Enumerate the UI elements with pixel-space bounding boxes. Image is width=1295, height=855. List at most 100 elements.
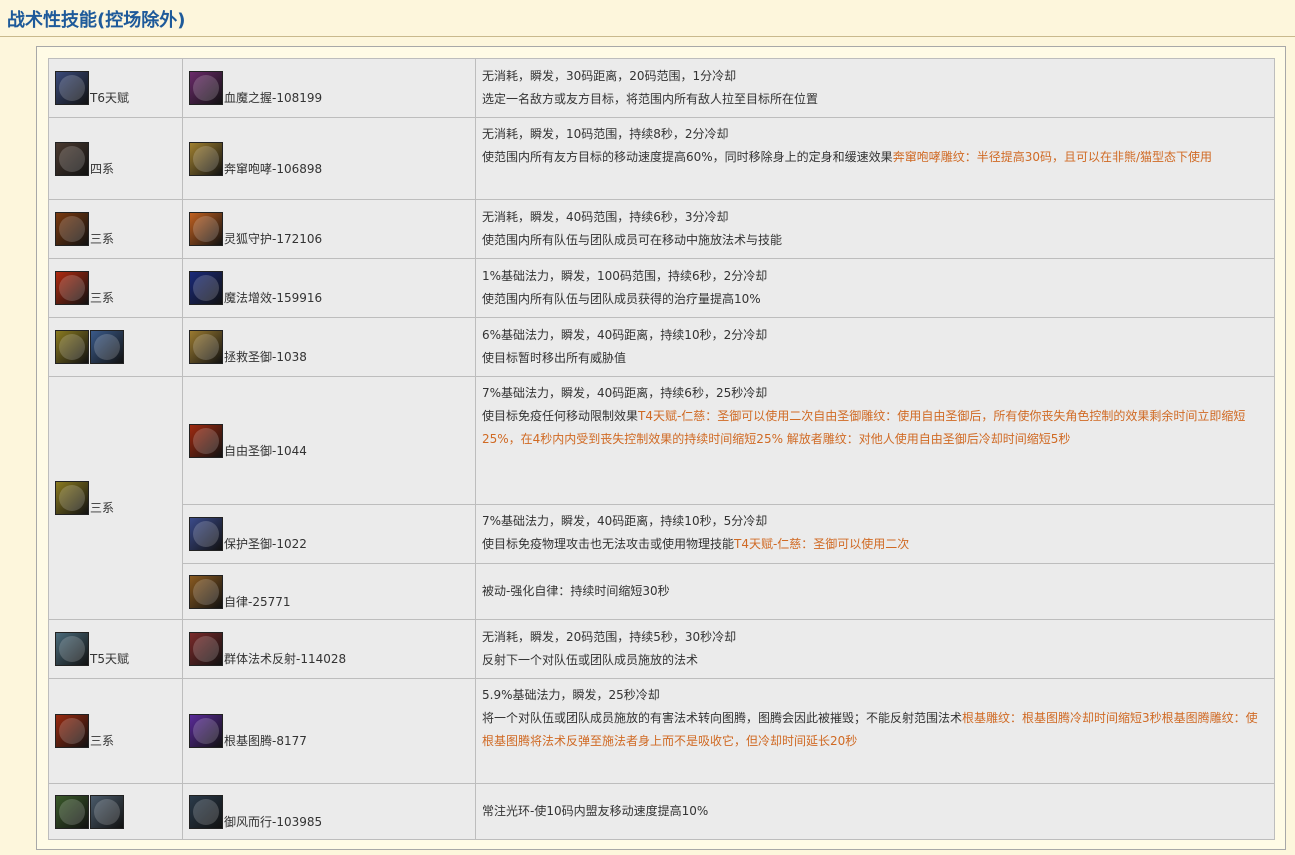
spec-label: 三系 (90, 291, 115, 305)
roar-icon (189, 141, 223, 176)
skill-description: 5.9%基础法力，瞬发，25秒冷却 将一个对队伍或团队成员施放的有害法术转向图腾，… (475, 678, 1275, 784)
description-text: 7%基础法力，瞬发，40码距离，持续6秒，25秒冷却 (482, 386, 768, 400)
freedom-icon (189, 423, 223, 458)
description-text: 无消耗，瞬发，10码范围，持续8秒，2分冷却 (482, 127, 729, 141)
spec-label: 三系 (90, 501, 115, 515)
description-text: 常注光环-使10码内盟友移动速度提高10% (482, 804, 709, 818)
skill-cell: 奔窜咆哮-106898 (182, 117, 476, 200)
skills-table: T6天赋 血魔之握-108199 无消耗，瞬发，30码距离，20码范围，1分冷却 选定… (48, 58, 1275, 840)
spec-label: 四系 (90, 161, 115, 176)
spec-cell: T5天赋 (48, 619, 183, 679)
description-text: 1%基础法力，瞬发，100码范围，持续6秒，2分冷却 (482, 269, 768, 283)
spec-cell: 三系 (48, 376, 183, 620)
spec-label: 三系 (90, 232, 115, 246)
skill-description: 1%基础法力，瞬发，100码范围，持续6秒，2分冷却 使范围内所有队伍与团队成员获… (475, 258, 1275, 318)
spec-cell (48, 317, 183, 377)
forbearance-icon (189, 574, 223, 609)
fox-icon (189, 212, 223, 246)
skill-name: 自由圣御-1044 (224, 443, 307, 458)
description-text: 使目标免疫物理攻击也无法攻击或使用物理技能 (482, 537, 735, 551)
skill-cell: 魔法增效-159916 (182, 258, 476, 318)
skill-description: 常注光环-使10码内盟友移动速度提高10% (475, 783, 1275, 840)
wolf-icon (90, 794, 124, 829)
holy-hammer-icon (55, 330, 89, 364)
spec-cell: 三系 (48, 678, 183, 784)
description-text: 使范围内所有友方目标的移动速度提高60%，同时移除身上的定身和缓速效果 (482, 150, 893, 164)
description-line: 6%基础法力，瞬发，40码距离，持续10秒，2分冷却 (482, 324, 1268, 347)
glyph-note: 奔窜咆哮雕纹：半径提高30码，且可以在非熊/猫型态下使用 (892, 150, 1213, 164)
skill-cell: 自律-25771 (182, 563, 476, 620)
skill-name: 灵狐守护-172106 (224, 232, 323, 246)
description-line: 无消耗，瞬发，10码范围，持续8秒，2分冷却 (482, 123, 1268, 146)
skill-description: 无消耗，瞬发，30码距离，20码范围，1分冷却选定一名敌方或友方目标，将范围内所… (475, 58, 1275, 118)
skill-name: 自律-25771 (224, 594, 291, 609)
table-row: 三系 根基图腾-8177 5.9%基础法力，瞬发，25秒冷却 将一个对队伍或团队成员施… (48, 678, 1275, 784)
spec-cell: T6天赋 (48, 58, 183, 118)
description-line: 无消耗，瞬发，30码距离，20码范围，1分冷却 (482, 65, 1268, 88)
table-row: 御风而行-103985 常注光环-使10码内盟友移动速度提高10% (48, 783, 1275, 840)
table-row: 三系 自由圣御-1044 7%基础法力，瞬发，40码距离，持续6秒，25秒冷却 使目标… (48, 376, 1275, 620)
description-text: 使范围内所有队伍与团队成员获得的治疗量提高10% (482, 292, 761, 306)
glyph-note: T4天赋-仁慈：圣御可以使用二次 (734, 537, 910, 551)
spec-label: T6天赋 (90, 91, 129, 105)
description-line: 使目标免疫物理攻击也无法攻击或使用物理技能T4天赋-仁慈：圣御可以使用二次 (482, 533, 1268, 556)
description-line: 反射下一个对队伍或团队成员施放的法术 (482, 649, 1268, 672)
spec-cell: 四系 (48, 117, 183, 200)
skill-description: 无消耗，瞬发，10码范围，持续8秒，2分冷却使范围内所有友方目标的移动速度提高6… (475, 117, 1275, 200)
description-line: 1%基础法力，瞬发，100码范围，持续6秒，2分冷却 (482, 265, 1268, 288)
skill-name: 御风而行-103985 (224, 814, 323, 829)
description-line: 无消耗，瞬发，20码范围，持续5秒，30秒冷却 (482, 626, 1268, 649)
protection-icon (189, 517, 223, 551)
table-row: T6天赋 血魔之握-108199 无消耗，瞬发，30码距离，20码范围，1分冷却 选定… (48, 58, 1275, 118)
table-row: 自律-25771 被动-强化自律：持续时间缩短30秒 (49, 563, 1275, 620)
skill-cell: 保护圣御-1022 (182, 504, 476, 564)
salvation-icon (189, 330, 223, 364)
skill-name: 根基图腾-8177 (224, 734, 307, 748)
spider-icon (55, 141, 89, 176)
table-row: 拯救圣御-1038 6%基础法力，瞬发，40码距离，持续10秒，2分冷却 使目标暂时… (48, 317, 1275, 377)
skill-description: 6%基础法力，瞬发，40码距离，持续10秒，2分冷却使目标暂时移出所有威胁值 (475, 317, 1275, 377)
skill-name: 群体法术反射-114028 (224, 652, 347, 666)
spec-cell: 三系 (48, 258, 183, 318)
description-text: 无消耗，瞬发，30码距离，20码范围，1分冷却 (482, 69, 737, 83)
spec-cell (48, 783, 183, 840)
title-divider (0, 36, 1295, 37)
description-line: 无消耗，瞬发，40码范围，持续6秒，3分冷却 (482, 206, 1268, 229)
description-line: 将一个对队伍或团队成员施放的有害法术转向图腾，图腾会因此被摧毁；不能反射范围法术… (482, 707, 1268, 753)
skill-cell: 拯救圣御-1038 (182, 317, 476, 377)
description-line: 7%基础法力，瞬发，40码距离，持续10秒，5分冷却 (482, 510, 1268, 533)
skill-name: 保护圣御-1022 (224, 537, 307, 551)
sword-icon (55, 632, 89, 666)
description-line: 7%基础法力，瞬发，40码距离，持续6秒，25秒冷却 (482, 382, 1268, 405)
description-text: 反射下一个对队伍或团队成员施放的法术 (482, 653, 699, 667)
description-text: 使范围内所有队伍与团队成员可在移动中施放法术与技能 (482, 233, 783, 247)
description-line: 被动-强化自律：持续时间缩短30秒 (482, 580, 1268, 603)
skill-name: 魔法增效-159916 (224, 291, 323, 305)
blood-grip-icon (189, 71, 223, 105)
description-line: 常注光环-使10码内盟友移动速度提高10% (482, 800, 1268, 823)
description-line: 使目标暂时移出所有威胁值 (482, 347, 1268, 370)
hunter-bow-icon (55, 212, 89, 246)
fire-staff-icon (55, 271, 89, 305)
shield-icon (90, 330, 124, 364)
skill-cell: 血魔之握-108199 (182, 58, 476, 118)
table-row: 四系 奔窜咆哮-106898 无消耗，瞬发，10码范围，持续8秒，2分冷却 使范围内所… (48, 117, 1275, 200)
description-line: 使目标免疫任何移动限制效果T4天赋-仁慈：圣御可以使用二次自由圣御雕纹：使用自由… (482, 405, 1268, 451)
mass-reflect-icon (189, 632, 223, 666)
description-text: 使目标暂时移出所有威胁值 (482, 351, 627, 365)
description-text: 选定一名敌方或友方目标，将范围内所有敌人拉至目标所在位置 (482, 92, 819, 106)
shaman-totem-icon (55, 714, 89, 748)
skill-description: 被动-强化自律：持续时间缩短30秒 (475, 563, 1275, 620)
skill-cell: 群体法术反射-114028 (182, 619, 476, 679)
skill-cell: 灵狐守护-172106 (182, 199, 476, 259)
description-text: 无消耗，瞬发，40码范围，持续6秒，3分冷却 (482, 210, 729, 224)
skill-cell: 御风而行-103985 (182, 783, 476, 840)
description-line: 5.9%基础法力，瞬发，25秒冷却 (482, 684, 1268, 707)
table-row: 保护圣御-1022 7%基础法力，瞬发，40码距离，持续10秒，5分冷却 使目标免疫… (49, 504, 1275, 564)
page-title: 战术性技能(控场除外) (7, 10, 186, 31)
amplify-magic-icon (189, 271, 223, 305)
table-row: T5天赋 群体法术反射-114028 无消耗，瞬发，20码范围，持续5秒，30秒冷却… (48, 619, 1275, 679)
skill-description: 无消耗，瞬发，40码范围，持续6秒，3分冷却使范围内所有队伍与团队成员可在移动中… (475, 199, 1275, 259)
description-line: 选定一名敌方或友方目标，将范围内所有敌人拉至目标所在位置 (482, 88, 1268, 111)
talent-t6-icon (55, 71, 89, 105)
